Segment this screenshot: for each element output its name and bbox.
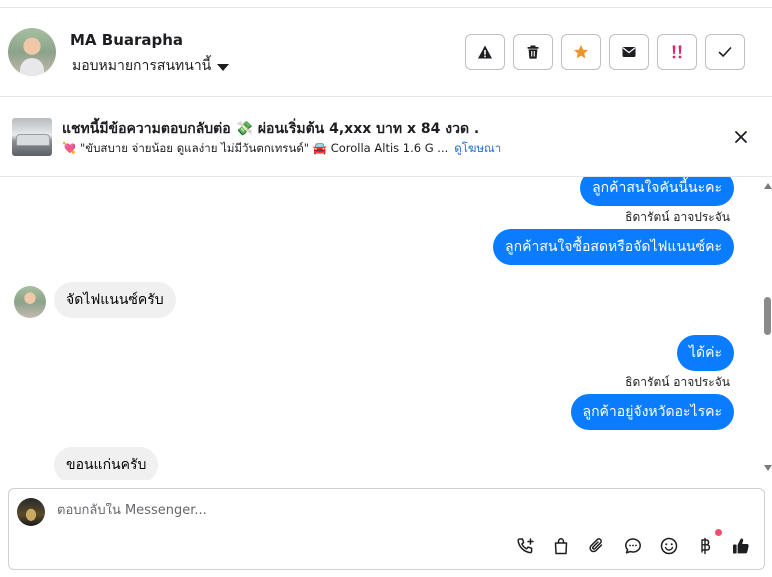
sender-name: ธิดารัตน์ อาจประจัน [625, 210, 730, 224]
ad-title: แชทนี้มีข้อความตอบกลับต่อ 💸 ผ่อนเริ่มต้น… [62, 121, 480, 137]
smiley-icon [660, 537, 678, 555]
close-ad-button[interactable] [730, 126, 752, 148]
like-button[interactable] [730, 535, 752, 557]
double-exclamation-icon [672, 45, 682, 59]
page-avatar [17, 498, 45, 526]
scroll-thumb[interactable] [764, 297, 771, 335]
message-composer [8, 488, 765, 570]
contact-name[interactable]: MA Buarapha [70, 31, 183, 49]
thread-scrollbar[interactable] [762, 177, 772, 480]
mark-spam-button[interactable] [465, 34, 505, 70]
view-ad-link[interactable]: ดูโฆษณา [454, 141, 501, 155]
follow-up-button[interactable] [657, 34, 697, 70]
paperclip-icon [589, 538, 603, 553]
conversation-header: MA Buarapha มอบหมายการสนทนานี้ [0, 8, 772, 97]
trash-icon [527, 45, 539, 59]
assign-conversation-label: มอบหมายการสนทนานี้ [72, 58, 212, 74]
notification-dot [715, 529, 722, 536]
assign-conversation-dropdown[interactable]: มอบหมายการสนทนานี้ [72, 55, 230, 77]
sender-name: ธิดารัตน์ อาจประจัน [625, 375, 730, 389]
contact-avatar-small[interactable] [14, 286, 46, 318]
message-incoming[interactable]: จัดไฟแนนซ์ครับ [54, 282, 176, 318]
call-button[interactable] [514, 535, 536, 557]
header-actions [465, 34, 745, 70]
call-plus-icon [517, 538, 534, 554]
ad-subtitle: 💘 "ขับสบาย จ่ายน้อย ดูแลง่าย ไม่มีวันตกเ… [62, 140, 501, 158]
chat-bubble-icon [625, 538, 641, 554]
top-border [0, 0, 772, 8]
message-thread[interactable]: ลูกค้าสนใจคันนี้นะคะ ธิดารัตน์ อาจประจัน… [0, 177, 762, 480]
message-outgoing[interactable]: ได้ค่ะ [676, 335, 734, 371]
payment-button[interactable] [694, 529, 722, 557]
saved-replies-button[interactable] [622, 535, 644, 557]
message-outgoing[interactable]: ลูกค้าอยู่จังหวัดอะไรคะ [570, 394, 734, 430]
reply-input[interactable] [57, 503, 747, 518]
warning-icon [478, 45, 492, 59]
star-button[interactable] [561, 34, 601, 70]
emoji-button[interactable] [658, 535, 680, 557]
baht-icon [701, 537, 711, 555]
contact-avatar[interactable] [8, 28, 56, 76]
envelope-icon [622, 47, 636, 57]
message-incoming[interactable]: ขอนแก่นครับ [54, 447, 159, 480]
message-outgoing[interactable]: ลูกค้าสนใจคันนี้นะคะ [580, 177, 734, 206]
message-outgoing[interactable]: ลูกค้าสนใจซื้อสดหรือจัดไฟแนนซ์คะ [493, 229, 734, 265]
ad-description: 💘 "ขับสบาย จ่ายน้อย ดูแลง่าย ไม่มีวันตกเ… [62, 141, 449, 155]
mark-unread-button[interactable] [609, 34, 649, 70]
shop-button[interactable] [550, 535, 572, 557]
thumbs-up-icon [733, 538, 749, 554]
checkmark-icon [718, 47, 732, 57]
scroll-down-arrow-icon[interactable] [764, 465, 772, 471]
star-icon [574, 45, 588, 59]
composer-tools [514, 529, 752, 557]
ad-context-banner: แชทนี้มีข้อความตอบกลับต่อ 💸 ผ่อนเริ่มต้น… [0, 98, 772, 177]
caret-down-icon [217, 63, 230, 71]
mark-done-button[interactable] [705, 34, 745, 70]
delete-button[interactable] [513, 34, 553, 70]
close-icon [735, 131, 747, 143]
shopping-bag-icon [554, 538, 568, 555]
ad-thumbnail[interactable] [12, 118, 52, 156]
attach-button[interactable] [586, 535, 608, 557]
scroll-up-arrow-icon[interactable] [764, 183, 772, 189]
